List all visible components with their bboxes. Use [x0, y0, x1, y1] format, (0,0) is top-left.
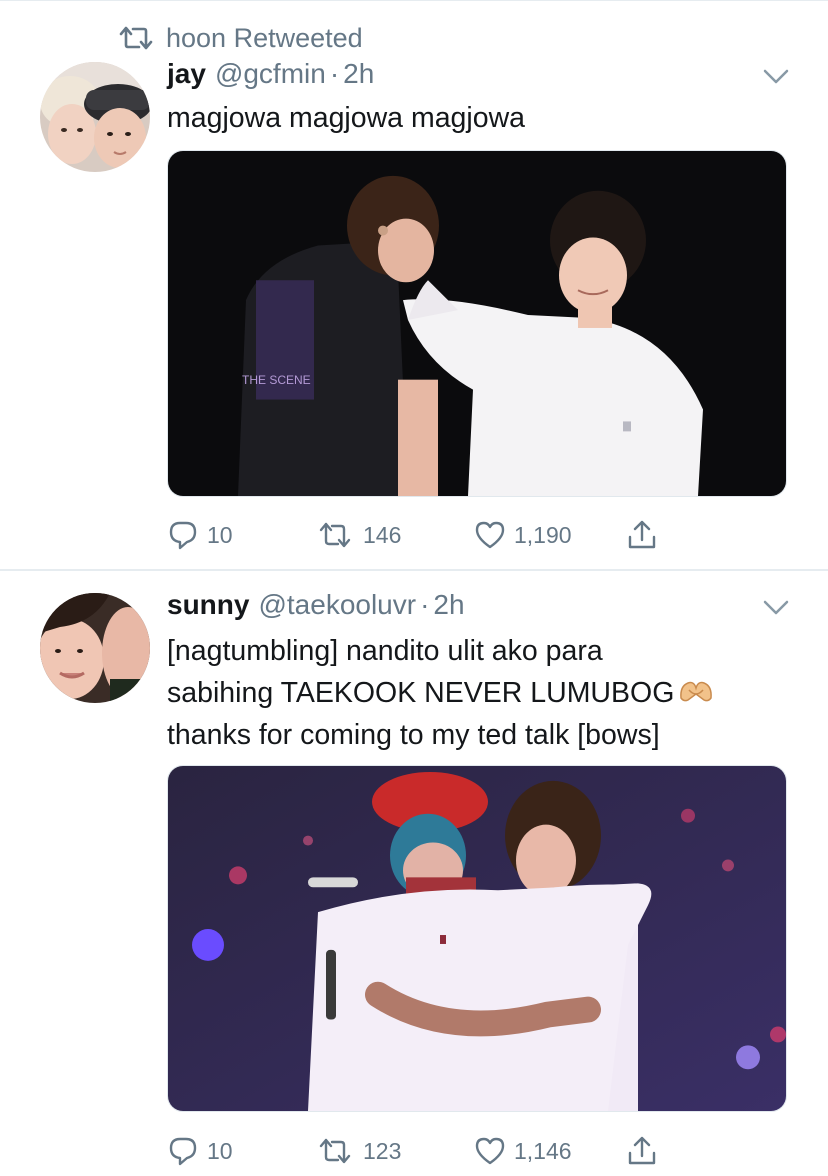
- tweet-photo[interactable]: [167, 765, 787, 1112]
- retweet-icon: [119, 26, 153, 50]
- share-icon: [628, 520, 656, 549]
- reply-button[interactable]: 10: [167, 517, 233, 553]
- heart-icon: [475, 521, 505, 549]
- user-handle[interactable]: @gcfmin: [215, 58, 326, 90]
- retweet-label: hoon Retweeted: [166, 22, 363, 53]
- avatar[interactable]: [40, 593, 150, 703]
- timestamp[interactable]: 2h: [343, 58, 374, 90]
- user-handle[interactable]: @taekooluvr: [258, 589, 416, 621]
- tweet-text-line: thanks for coming to my ted talk [bows]: [167, 719, 660, 751]
- tweet-text-line: magjowa magjowa magjowa: [167, 102, 526, 134]
- avatar[interactable]: [40, 62, 150, 172]
- like-count: 1,190: [514, 521, 572, 548]
- display-name[interactable]: jay: [167, 58, 206, 90]
- separator-dot: ·: [420, 589, 430, 620]
- share-button[interactable]: [626, 1133, 666, 1169]
- retweet-count: 123: [363, 1137, 402, 1164]
- shirt-print-text: THE SCENE: [242, 373, 311, 387]
- tweet[interactable]: sunny @taekooluvr · 2h [nagtumbling] nan…: [0, 571, 828, 1176]
- retweet-button[interactable]: 123: [315, 1133, 401, 1169]
- retweet-button[interactable]: 146: [315, 517, 401, 553]
- tweet-text-line: sabihing TAEKOOK NEVER LUMUBOG: [167, 677, 675, 709]
- chevron-down-icon[interactable]: [762, 599, 790, 617]
- retweet-icon: [319, 522, 351, 548]
- chevron-down-icon[interactable]: [762, 68, 790, 86]
- like-button[interactable]: 1,146: [474, 1133, 572, 1169]
- tweet-text-line: [nagtumbling] nandito ulit ako para: [167, 635, 603, 667]
- tweet-actions: 10 123 1,146: [167, 1133, 787, 1169]
- like-button[interactable]: 1,190: [474, 517, 572, 553]
- separator-dot: ·: [329, 58, 340, 89]
- retweet-icon: [319, 1138, 351, 1164]
- like-count: 1,146: [514, 1137, 572, 1164]
- tweet-text: [nagtumbling] nandito ulit ako para sabi…: [167, 630, 807, 756]
- share-button[interactable]: [626, 517, 666, 553]
- tweet-photo[interactable]: THE SCENE: [167, 150, 787, 497]
- reply-icon: [169, 1137, 197, 1166]
- reply-count: 10: [207, 1137, 233, 1164]
- reply-button[interactable]: 10: [167, 1133, 233, 1169]
- reply-icon: [169, 521, 197, 550]
- display-name[interactable]: sunny: [167, 589, 249, 621]
- reply-count: 10: [207, 521, 233, 548]
- share-icon: [628, 1136, 656, 1165]
- tweet-text: magjowa magjowa magjowa: [167, 97, 807, 139]
- heart-hands-emoji-icon: [680, 681, 713, 702]
- retweet-count: 146: [363, 521, 402, 548]
- tweet[interactable]: hoon Retweeted jay @gcfmin · 2h magjowa …: [0, 0, 828, 570]
- retweet-context[interactable]: hoon Retweeted: [118, 22, 363, 54]
- heart-icon: [475, 1137, 505, 1165]
- timestamp[interactable]: 2h: [433, 589, 464, 621]
- tweet-header: sunny @taekooluvr · 2h: [167, 589, 465, 625]
- tweet-actions: 10 146 1,190: [167, 517, 787, 553]
- tweet-header: jay @gcfmin · 2h: [167, 58, 374, 94]
